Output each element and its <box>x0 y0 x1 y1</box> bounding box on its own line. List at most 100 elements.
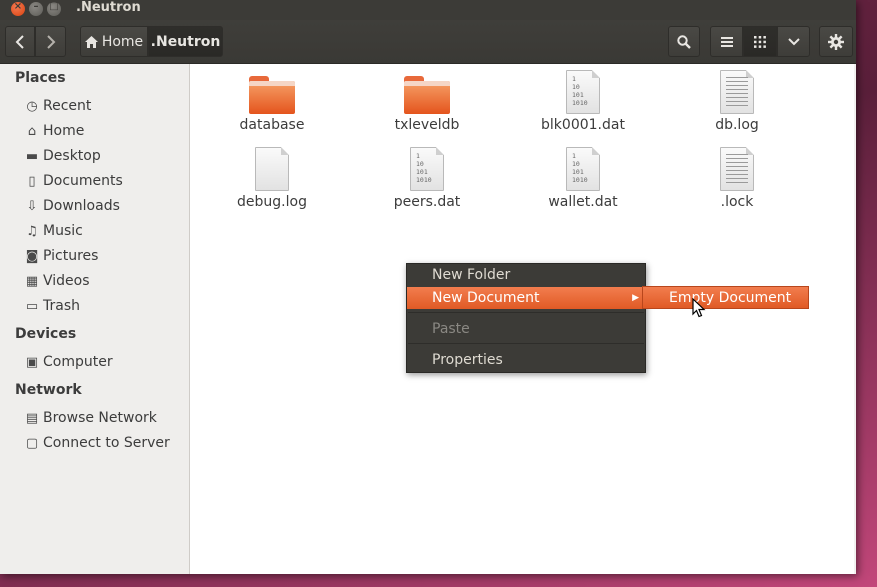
file-item[interactable]: database <box>212 76 332 133</box>
menu-item-paste[interactable]: Paste <box>407 318 645 340</box>
file-name: database <box>239 117 305 133</box>
settings-button[interactable] <box>819 26 853 57</box>
search-button[interactable] <box>668 26 700 57</box>
sidebar-item-label: Recent <box>43 98 92 114</box>
breadcrumb-current[interactable]: .Neutron <box>148 26 223 57</box>
binary-digits: 1 10 101 1010 <box>572 75 588 107</box>
sidebar-item-computer[interactable]: ▣ Computer <box>24 351 184 373</box>
file-name: debug.log <box>237 194 307 210</box>
mouse-pointer-icon <box>692 298 706 318</box>
binary-digits: 1 10 101 1010 <box>416 152 432 184</box>
sidebar: Places ◷ Recent ⌂ Home ▬ Desktop ▯ Documents… <box>0 64 190 574</box>
home-icon: ⌂ <box>27 123 37 139</box>
sidebar-item-label: Downloads <box>43 198 120 214</box>
chevron-left-icon <box>15 34 24 49</box>
document-icon: ▯ <box>28 173 36 189</box>
sidebar-item-videos[interactable]: ▦ Videos <box>24 270 184 292</box>
sidebar-item-music[interactable]: ♫ Music <box>24 220 184 242</box>
sidebar-item-documents[interactable]: ▯ Documents <box>24 170 184 192</box>
sidebar-item-downloads[interactable]: ⇩ Downloads <box>24 195 184 217</box>
menu-separator <box>408 312 644 313</box>
network-icon: ▤ <box>25 410 39 426</box>
submenu-item-empty-document[interactable]: Empty Document <box>642 286 809 309</box>
breadcrumb-home[interactable]: Home <box>80 26 148 57</box>
file-item[interactable]: 1 10 101 1010 peers.dat <box>367 147 487 210</box>
sidebar-item-trash[interactable]: ▭ Trash <box>24 295 184 317</box>
binary-file-icon: 1 10 101 1010 <box>566 147 600 191</box>
breadcrumb-home-label: Home <box>101 33 144 50</box>
minimize-icon: – <box>33 1 39 12</box>
sidebar-item-label: Videos <box>43 273 90 289</box>
file-item[interactable]: debug.log <box>212 147 332 210</box>
file-item[interactable]: db.log <box>677 70 797 133</box>
file-item[interactable]: txleveldb <box>367 76 487 133</box>
sidebar-item-desktop[interactable]: ▬ Desktop <box>24 145 184 167</box>
sidebar-item-recent[interactable]: ◷ Recent <box>24 95 184 117</box>
sidebar-item-label: Browse Network <box>43 410 157 426</box>
grid-view-icon <box>754 35 766 48</box>
chevron-down-icon <box>787 37 800 45</box>
file-name: blk0001.dat <box>541 117 625 133</box>
minimize-window-button[interactable]: – <box>29 1 43 16</box>
file-name: .lock <box>720 194 754 210</box>
menu-item-properties[interactable]: Properties <box>407 349 645 371</box>
sidebar-item-pictures[interactable]: ◙ Pictures <box>24 245 184 267</box>
file-name: peers.dat <box>393 194 461 210</box>
music-icon: ♫ <box>26 223 38 239</box>
context-menu: New Folder New Document ▶ Paste Propertie… <box>406 263 646 373</box>
menu-item-label: New Folder <box>432 267 511 283</box>
menu-separator <box>408 343 644 344</box>
sidebar-heading-network: Network <box>15 382 82 398</box>
folder-icon <box>249 76 295 114</box>
sidebar-item-label: Connect to Server <box>43 435 170 451</box>
grid-view-button[interactable] <box>743 26 777 57</box>
file-item[interactable]: 1 10 101 1010 blk0001.dat <box>523 70 643 133</box>
back-button[interactable] <box>5 26 35 57</box>
forward-button[interactable] <box>35 26 66 57</box>
menu-item-new-folder[interactable]: New Folder <box>407 264 645 286</box>
sidebar-item-label: Trash <box>43 298 80 314</box>
breadcrumb-current-label: .Neutron <box>150 33 221 50</box>
film-icon: ▦ <box>25 273 39 289</box>
chevron-right-icon <box>46 34 55 49</box>
submenu-arrow-icon: ▶ <box>632 293 639 303</box>
sidebar-item-label: Home <box>43 123 85 139</box>
drive-icon: ▣ <box>25 354 39 370</box>
binary-file-icon: 1 10 101 1010 <box>566 70 600 114</box>
close-window-button[interactable]: × <box>11 1 25 16</box>
close-icon: × <box>13 1 23 12</box>
maximize-window-button[interactable]: □ <box>47 1 61 16</box>
sidebar-item-connect-to-server[interactable]: ▢ Connect to Server <box>24 432 184 454</box>
blank-file-icon <box>255 147 289 191</box>
sidebar-item-label: Pictures <box>43 248 99 264</box>
text-file-icon <box>720 147 754 191</box>
toolbar: Home .Neutron <box>0 20 856 64</box>
sidebar-item-label: Documents <box>43 173 123 189</box>
sidebar-item-label: Computer <box>43 354 113 370</box>
file-name: db.log <box>715 117 759 133</box>
sidebar-item-browse-network[interactable]: ▤ Browse Network <box>24 407 184 429</box>
sidebar-item-home[interactable]: ⌂ Home <box>24 120 184 142</box>
file-item[interactable]: .lock <box>677 147 797 210</box>
binary-file-icon: 1 10 101 1010 <box>410 147 444 191</box>
text-file-icon <box>720 70 754 114</box>
menu-item-new-document[interactable]: New Document ▶ <box>407 287 645 309</box>
menu-item-label: Paste <box>432 321 470 337</box>
file-item[interactable]: 1 10 101 1010 wallet.dat <box>523 147 643 210</box>
server-icon: ▢ <box>25 435 39 451</box>
menu-item-label: Empty Document <box>669 289 792 306</box>
sidebar-heading-places: Places <box>15 70 66 86</box>
gear-icon <box>828 33 844 50</box>
binary-digits: 1 10 101 1010 <box>572 152 588 184</box>
menu-item-label: New Document <box>432 290 540 306</box>
view-options-button[interactable] <box>777 26 810 57</box>
download-icon: ⇩ <box>26 198 38 214</box>
list-view-button[interactable] <box>710 26 743 57</box>
menu-item-label: Properties <box>432 352 503 368</box>
window-title: .Neutron <box>76 0 141 15</box>
folder-icon: ▬ <box>25 148 39 164</box>
search-icon <box>677 34 691 49</box>
maximize-icon: □ <box>49 1 59 12</box>
camera-icon: ◙ <box>25 248 39 264</box>
clock-icon: ◷ <box>26 98 38 114</box>
